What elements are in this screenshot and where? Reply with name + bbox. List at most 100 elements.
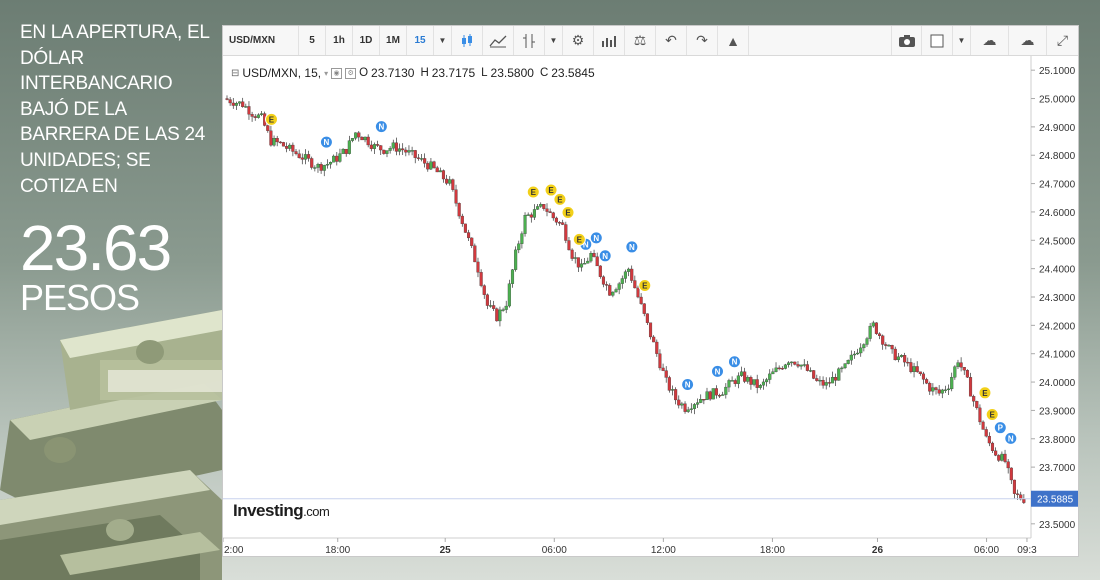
- candle-body: [918, 371, 922, 375]
- candle-body: [410, 150, 414, 152]
- candle-body: [827, 382, 831, 384]
- candle-body: [956, 362, 960, 367]
- symbol-selector[interactable]: USD/MXN: [223, 26, 299, 55]
- candle-body: [554, 217, 558, 223]
- candle-body: [275, 138, 279, 143]
- candle-body: [354, 132, 358, 139]
- candle-body: [347, 140, 351, 154]
- candle-body: [906, 361, 910, 364]
- interval-5[interactable]: 5: [299, 26, 326, 55]
- candle-body: [636, 287, 640, 298]
- candle-body: [228, 99, 232, 104]
- event-marker-label: E: [577, 235, 583, 244]
- candle-body: [307, 154, 311, 159]
- candle-body: [887, 345, 891, 347]
- camera-icon[interactable]: [891, 26, 922, 55]
- candle-body: [523, 215, 527, 234]
- candle-body: [680, 403, 684, 406]
- candle-body: [551, 212, 555, 219]
- layout-icon[interactable]: [922, 26, 953, 55]
- fullscreen-icon[interactable]: ⤢: [1047, 26, 1078, 55]
- candle-body: [256, 114, 260, 118]
- candle-body: [849, 354, 853, 361]
- settings-gear-icon[interactable]: ⚙: [563, 26, 594, 55]
- candle-body: [545, 208, 549, 212]
- candle-body: [818, 379, 822, 382]
- candle-body: [363, 136, 367, 141]
- candle-body: [382, 149, 386, 154]
- indicators-dropdown-icon[interactable]: ▼: [545, 26, 563, 55]
- candle-body: [950, 377, 954, 390]
- indicators-icon[interactable]: [514, 26, 545, 55]
- candle-body: [376, 144, 380, 146]
- candle-body: [445, 178, 449, 184]
- interval-1m[interactable]: 1M: [380, 26, 407, 55]
- candle-body: [692, 404, 697, 409]
- layout-dropdown-icon[interactable]: ▼: [953, 26, 971, 55]
- y-tick-label: 23.9000: [1039, 406, 1076, 417]
- candle-body: [787, 362, 791, 365]
- candle-body: [583, 263, 587, 265]
- cloud-load-icon[interactable]: ☁: [971, 26, 1009, 55]
- candle-body: [965, 370, 969, 378]
- event-marker-label: N: [593, 234, 599, 243]
- candle-body: [655, 341, 659, 354]
- candle-body: [501, 309, 505, 311]
- candle-body: [777, 367, 781, 370]
- headline-line: BAJÓ DE LA: [20, 98, 127, 120]
- y-tick-label: 24.5000: [1039, 236, 1076, 247]
- undo-icon[interactable]: ↶: [656, 26, 687, 55]
- balance-scale-icon[interactable]: ⚖: [625, 26, 656, 55]
- headline-line: INTERBANCARIO: [20, 73, 173, 95]
- candlestick-chart[interactable]: 25.1000 25.0000 24.9000 24.8000 24.7000 24.60…: [223, 56, 1078, 556]
- y-tick-label: 24.8000: [1039, 151, 1076, 162]
- candle-body: [724, 386, 728, 395]
- candle-body: [247, 106, 251, 115]
- candle-body: [868, 325, 872, 339]
- headline-line: DÓLAR: [20, 47, 84, 69]
- candle-body: [821, 379, 825, 386]
- candle-body: [708, 391, 712, 400]
- candle-body: [504, 305, 508, 310]
- y-tick-label: 24.9000: [1039, 123, 1076, 134]
- candle-body: [953, 366, 957, 378]
- candle-body: [639, 296, 643, 304]
- studies-icon[interactable]: [594, 26, 625, 55]
- cloud-save-icon[interactable]: ☁: [1009, 26, 1047, 55]
- redo-icon[interactable]: ↷: [687, 26, 718, 55]
- candle-body: [394, 142, 398, 152]
- headline: EN LA APERTURA, EL DÓLAR INTERBANCARIO B…: [20, 20, 215, 316]
- candle-body: [802, 364, 806, 366]
- candle-body: [689, 408, 693, 410]
- interval-15[interactable]: 15: [407, 26, 434, 55]
- candle-body: [225, 98, 229, 100]
- candle-body: [808, 370, 813, 372]
- candle-body: [451, 179, 455, 190]
- candle-body: [269, 130, 273, 146]
- event-marker-label: N: [602, 252, 608, 261]
- candle-body: [633, 280, 637, 289]
- y-tick-label: 23.7000: [1039, 463, 1076, 474]
- candle-body: [595, 256, 599, 267]
- candle-body: [943, 389, 947, 391]
- candle-body: [479, 272, 483, 286]
- candle-body: [909, 362, 913, 373]
- candle-body: [397, 148, 402, 152]
- candle-body: [755, 379, 759, 388]
- x-tick-label: 18:00: [325, 545, 350, 556]
- candle-body: [994, 450, 998, 456]
- candle-body: [281, 142, 286, 147]
- candle-body: [313, 167, 317, 169]
- candle-body: [940, 389, 944, 394]
- interval-dropdown-icon[interactable]: ▼: [434, 26, 452, 55]
- x-tick-label: 25: [440, 545, 452, 556]
- headline-line: COTIZA EN: [20, 175, 118, 197]
- candle-body: [990, 442, 995, 451]
- interval-1h[interactable]: 1h: [326, 26, 353, 55]
- candle-body: [244, 106, 248, 108]
- interval-1d[interactable]: 1D: [353, 26, 380, 55]
- compare-icon[interactable]: [483, 26, 514, 55]
- candle-body: [253, 116, 257, 118]
- alert-tree-icon[interactable]: ▲: [718, 26, 749, 55]
- candlestick-type-icon[interactable]: [452, 26, 483, 55]
